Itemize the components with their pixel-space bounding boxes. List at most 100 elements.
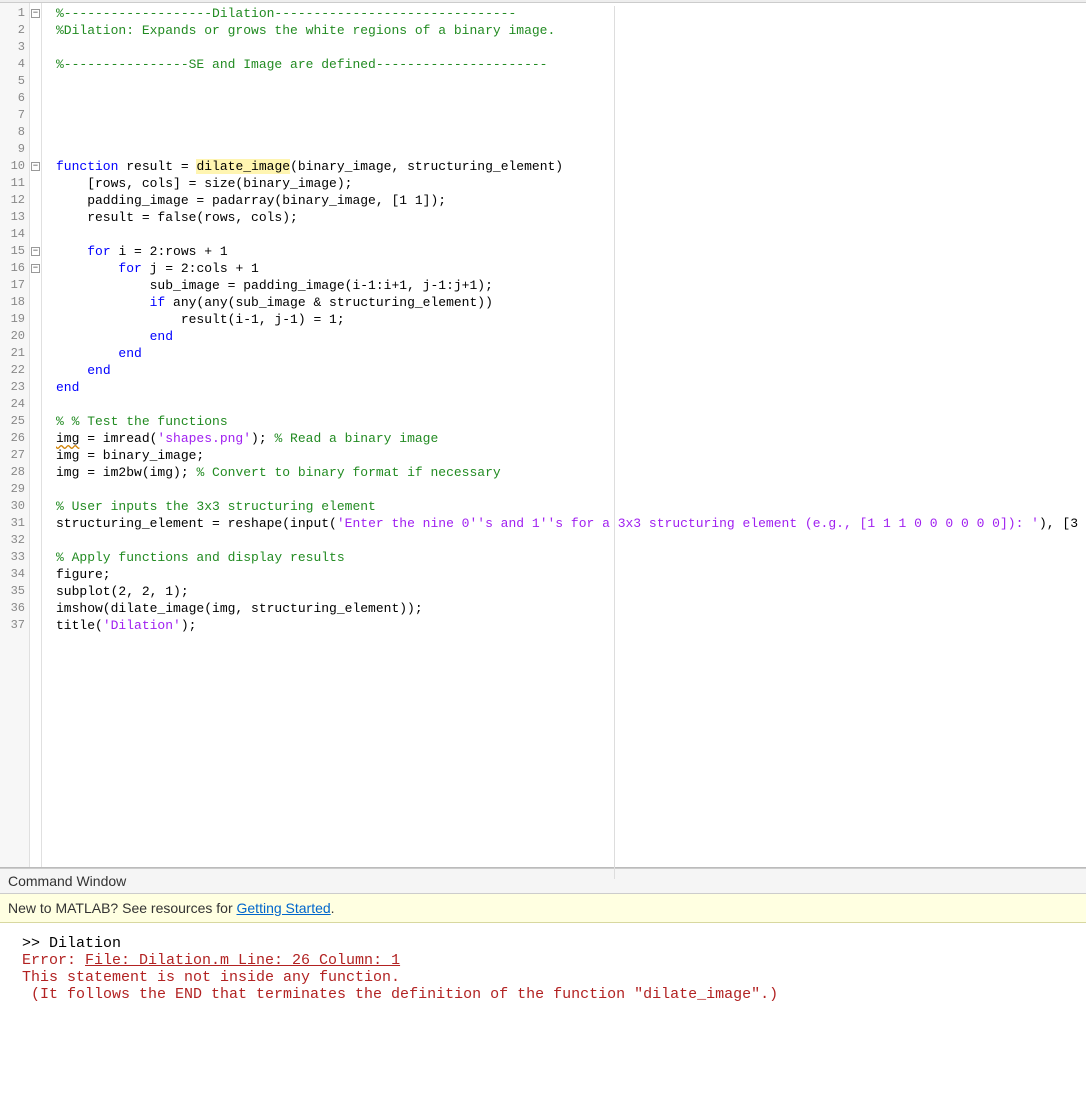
command-output[interactable]: >> Dilation Error: File: Dilation.m Line…	[0, 923, 1086, 1093]
code-line[interactable]: [rows, cols] = size(binary_image);	[56, 175, 1086, 192]
line-number: 19	[0, 311, 29, 328]
code-line[interactable]: img = binary_image;	[56, 447, 1086, 464]
line-number: 17	[0, 277, 29, 294]
line-number: 1	[0, 5, 29, 22]
fold-cell	[30, 600, 41, 617]
code-line[interactable]	[56, 226, 1086, 243]
code-line[interactable]: if any(any(sub_image & structuring_eleme…	[56, 294, 1086, 311]
code-line[interactable]	[56, 73, 1086, 90]
fold-cell	[30, 175, 41, 192]
fold-cell	[30, 532, 41, 549]
line-number: 13	[0, 209, 29, 226]
cmd-input: Dilation	[49, 935, 121, 952]
fold-cell[interactable]: −	[30, 158, 41, 175]
fold-cell	[30, 56, 41, 73]
fold-column[interactable]: − − − −	[30, 3, 42, 867]
fold-cell	[30, 583, 41, 600]
error-line-1: Error: File: Dilation.m Line: 26 Column:…	[22, 952, 400, 969]
fold-toggle-icon[interactable]: −	[31, 264, 40, 273]
line-number: 37	[0, 617, 29, 634]
code-line[interactable]: %----------------SE and Image are define…	[56, 56, 1086, 73]
fold-cell	[30, 396, 41, 413]
code-line[interactable]: img = im2bw(img); % Convert to binary fo…	[56, 464, 1086, 481]
fold-toggle-icon[interactable]: −	[31, 9, 40, 18]
getting-started-link[interactable]: Getting Started	[237, 900, 331, 916]
fold-cell	[30, 311, 41, 328]
line-number: 30	[0, 498, 29, 515]
fold-cell[interactable]: −	[30, 5, 41, 22]
code-line[interactable]: %-------------------Dilation------------…	[56, 5, 1086, 22]
code-line[interactable]: imshow(dilate_image(img, structuring_ele…	[56, 600, 1086, 617]
line-number: 15	[0, 243, 29, 260]
fold-toggle-icon[interactable]: −	[31, 247, 40, 256]
code-line[interactable]: result = false(rows, cols);	[56, 209, 1086, 226]
getting-started-banner: New to MATLAB? See resources for Getting…	[0, 894, 1086, 923]
line-number: 4	[0, 56, 29, 73]
line-number: 35	[0, 583, 29, 600]
fold-cell	[30, 328, 41, 345]
fold-cell[interactable]: −	[30, 243, 41, 260]
code-editor[interactable]: %-------------------Dilation------------…	[42, 3, 1086, 867]
prompt: >>	[22, 935, 49, 952]
fold-cell	[30, 549, 41, 566]
code-line[interactable]: img = imread('shapes.png'); % Read a bin…	[56, 430, 1086, 447]
fold-cell[interactable]: −	[30, 260, 41, 277]
code-line[interactable]: end	[56, 379, 1086, 396]
code-line[interactable]: for j = 2:cols + 1	[56, 260, 1086, 277]
code-line[interactable]: subplot(2, 2, 1);	[56, 583, 1086, 600]
line-number: 20	[0, 328, 29, 345]
fold-cell	[30, 226, 41, 243]
code-line[interactable]	[56, 39, 1086, 56]
fold-cell	[30, 141, 41, 158]
code-line[interactable]	[56, 124, 1086, 141]
code-line[interactable]: end	[56, 362, 1086, 379]
fold-cell	[30, 617, 41, 634]
command-window-title: Command Window	[0, 868, 1086, 894]
banner-suffix: .	[331, 900, 335, 916]
code-line[interactable]	[56, 532, 1086, 549]
fold-cell	[30, 379, 41, 396]
code-line[interactable]	[56, 107, 1086, 124]
line-number: 23	[0, 379, 29, 396]
fold-cell	[30, 345, 41, 362]
code-line[interactable]: padding_image = padarray(binary_image, […	[56, 192, 1086, 209]
code-line[interactable]: end	[56, 328, 1086, 345]
code-line[interactable]: end	[56, 345, 1086, 362]
code-line[interactable]: %Dilation: Expands or grows the white re…	[56, 22, 1086, 39]
code-line[interactable]: result(i-1, j-1) = 1;	[56, 311, 1086, 328]
fold-toggle-icon[interactable]: −	[31, 162, 40, 171]
line-number: 31	[0, 515, 29, 532]
fold-cell	[30, 464, 41, 481]
line-number: 26	[0, 430, 29, 447]
line-number: 6	[0, 90, 29, 107]
line-number: 11	[0, 175, 29, 192]
fold-cell	[30, 430, 41, 447]
editor-ruler	[614, 6, 615, 879]
code-line[interactable]	[56, 141, 1086, 158]
line-number: 16	[0, 260, 29, 277]
line-number: 12	[0, 192, 29, 209]
line-number: 24	[0, 396, 29, 413]
line-number: 10	[0, 158, 29, 175]
code-line[interactable]: title('Dilation');	[56, 617, 1086, 634]
code-line[interactable]	[56, 481, 1086, 498]
fold-cell	[30, 481, 41, 498]
fold-cell	[30, 498, 41, 515]
line-number: 7	[0, 107, 29, 124]
code-line[interactable]	[56, 396, 1086, 413]
code-line[interactable]: figure;	[56, 566, 1086, 583]
editor-pane: 1234567891011121314151617181920212223242…	[0, 3, 1086, 868]
code-line[interactable]: for i = 2:rows + 1	[56, 243, 1086, 260]
fold-cell	[30, 39, 41, 56]
code-line[interactable]: % % Test the functions	[56, 413, 1086, 430]
code-line[interactable]: sub_image = padding_image(i-1:i+1, j-1:j…	[56, 277, 1086, 294]
code-line[interactable]: function result = dilate_image(binary_im…	[56, 158, 1086, 175]
code-line[interactable]	[56, 90, 1086, 107]
fold-cell	[30, 566, 41, 583]
code-line[interactable]: structuring_element = reshape(input('Ent…	[56, 515, 1086, 532]
code-line[interactable]: % User inputs the 3x3 structuring elemen…	[56, 498, 1086, 515]
line-number: 25	[0, 413, 29, 430]
banner-text: New to MATLAB? See resources for	[8, 900, 237, 916]
code-line[interactable]: % Apply functions and display results	[56, 549, 1086, 566]
fold-cell	[30, 362, 41, 379]
